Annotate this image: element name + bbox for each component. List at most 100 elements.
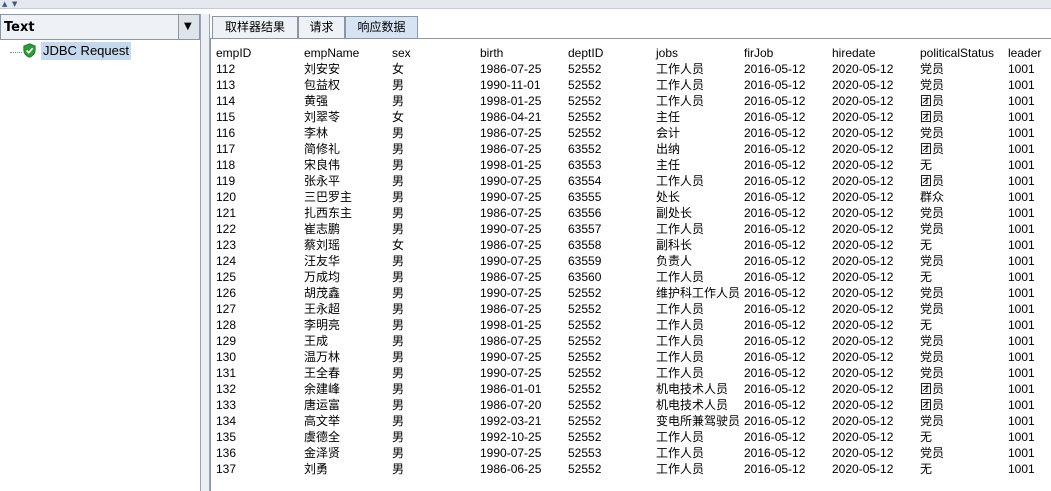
table-cell: 无: [920, 270, 933, 284]
table-cell: 1001: [1008, 190, 1035, 204]
table-cell: 116: [216, 126, 236, 140]
table-cell: 2016-05-12: [744, 446, 806, 460]
table-cell: 113: [216, 78, 236, 92]
table-cell: 男: [392, 350, 405, 364]
table-cell: 工作人员: [656, 302, 705, 316]
shield-check-icon: [23, 43, 36, 58]
table-cell: 男: [392, 206, 405, 220]
table-cell: 简修礼: [304, 142, 341, 156]
table-cell: 工作人员: [656, 350, 705, 364]
table-cell: 王永超: [304, 302, 341, 316]
table-cell: 2016-05-12: [744, 366, 806, 380]
table-cell: 余建峰: [304, 382, 341, 396]
column-header: deptID: [568, 46, 604, 60]
table-cell: 2020-05-12: [832, 206, 894, 220]
table-cell: 党员: [920, 350, 945, 364]
table-cell: 工作人员: [656, 94, 705, 108]
table-cell: 52552: [568, 430, 602, 444]
table-cell: 无: [920, 238, 933, 252]
table-cell: 工作人员: [656, 222, 705, 236]
tab-response-data[interactable]: 响应数据: [345, 16, 418, 38]
top-collapse-strip: ▲ ▼: [0, 0, 1051, 9]
table-cell: 2016-05-12: [744, 206, 806, 220]
table-cell: 1001: [1008, 254, 1035, 268]
table-cell: 女: [392, 62, 405, 76]
table-cell: 工作人员: [656, 318, 705, 332]
table-cell: 128: [216, 318, 237, 332]
table-cell: 120: [216, 190, 237, 204]
table-cell: 男: [392, 302, 405, 316]
table-cell: 2020-05-12: [832, 350, 894, 364]
table-cell: 127: [216, 302, 237, 316]
table-cell: 2016-05-12: [744, 286, 806, 300]
table-cell: 工作人员: [656, 62, 705, 76]
render-type-select[interactable]: Text ▼: [0, 14, 200, 40]
tree-item-jdbc-request[interactable]: JDBC Request: [0, 42, 200, 60]
table-cell: 1990-07-25: [480, 174, 542, 188]
table-cell: 党员: [920, 414, 945, 428]
table-cell: 118: [216, 158, 236, 172]
table-cell: 金泽贤: [304, 446, 341, 460]
table-cell: 123: [216, 238, 237, 252]
table-cell: 1990-11-01: [480, 78, 541, 92]
table-cell: 1001: [1008, 350, 1035, 364]
chevron-down-icon: ▼: [184, 21, 192, 32]
table-cell: 2020-05-12: [832, 414, 894, 428]
table-cell: 1001: [1008, 462, 1035, 476]
table-cell: 63552: [568, 142, 602, 156]
table-cell: 137: [216, 462, 237, 476]
table-cell: 52552: [568, 350, 602, 364]
column-header: empName: [304, 46, 360, 60]
table-cell: 党员: [920, 366, 945, 380]
table-cell: 1998-01-25: [480, 94, 542, 108]
table-cell: 1986-06-25: [480, 462, 542, 476]
table-cell: 2016-05-12: [744, 398, 806, 412]
table-cell: 2020-05-12: [832, 110, 894, 124]
pane-splitter[interactable]: [201, 14, 210, 491]
table-cell: 党员: [920, 334, 945, 348]
table-cell: 52552: [568, 286, 602, 300]
table-cell: 129: [216, 334, 237, 348]
table-cell: 1986-07-20: [480, 398, 542, 412]
render-type-label: Text: [4, 20, 35, 35]
tab-request[interactable]: 请求: [298, 16, 345, 38]
table-cell: 党员: [920, 286, 945, 300]
table-cell: 万成均: [304, 270, 341, 284]
table-cell: 1992-03-21: [480, 414, 542, 428]
table-cell: 117: [216, 142, 236, 156]
table-cell: 1001: [1008, 94, 1035, 108]
table-cell: 52552: [568, 62, 602, 76]
table-cell: 1986-07-25: [480, 302, 542, 316]
table-cell: 崔志鹏: [304, 222, 341, 236]
column-header: firJob: [744, 46, 774, 60]
table-cell: 负责人: [656, 254, 693, 268]
table-cell: 三巴罗主: [304, 190, 353, 204]
dropdown-button[interactable]: ▼: [178, 15, 199, 39]
table-cell: 119: [216, 174, 236, 188]
table-cell: 1986-07-25: [480, 142, 542, 156]
table-cell: 主任: [656, 158, 681, 172]
table-cell: 2020-05-12: [832, 318, 894, 332]
collapse-down-arrow-icon[interactable]: ▼: [12, 0, 17, 8]
table-cell: 党员: [920, 78, 945, 92]
table-cell: 男: [392, 126, 405, 140]
collapse-up-arrow-icon[interactable]: ▲: [2, 0, 7, 8]
table-cell: 男: [392, 414, 405, 428]
table-cell: 刘翠苓: [304, 110, 341, 124]
tab-sampler-result[interactable]: 取样器结果: [212, 16, 298, 38]
table-cell: 男: [392, 190, 405, 204]
table-cell: 团员: [920, 94, 945, 108]
table-cell: 2020-05-12: [832, 94, 894, 108]
table-cell: 52552: [568, 110, 602, 124]
table-cell: 52552: [568, 462, 602, 476]
table-cell: 1986-07-25: [480, 126, 542, 140]
table-cell: 无: [920, 430, 933, 444]
table-cell: 男: [392, 430, 405, 444]
table-cell: 135: [216, 430, 237, 444]
table-cell: 男: [392, 254, 405, 268]
table-cell: 党员: [920, 62, 945, 76]
table-cell: 1990-07-25: [480, 222, 542, 236]
table-cell: 宋良伟: [304, 158, 341, 172]
table-cell: 主任: [656, 110, 681, 124]
table-cell: 1998-01-25: [480, 158, 542, 172]
